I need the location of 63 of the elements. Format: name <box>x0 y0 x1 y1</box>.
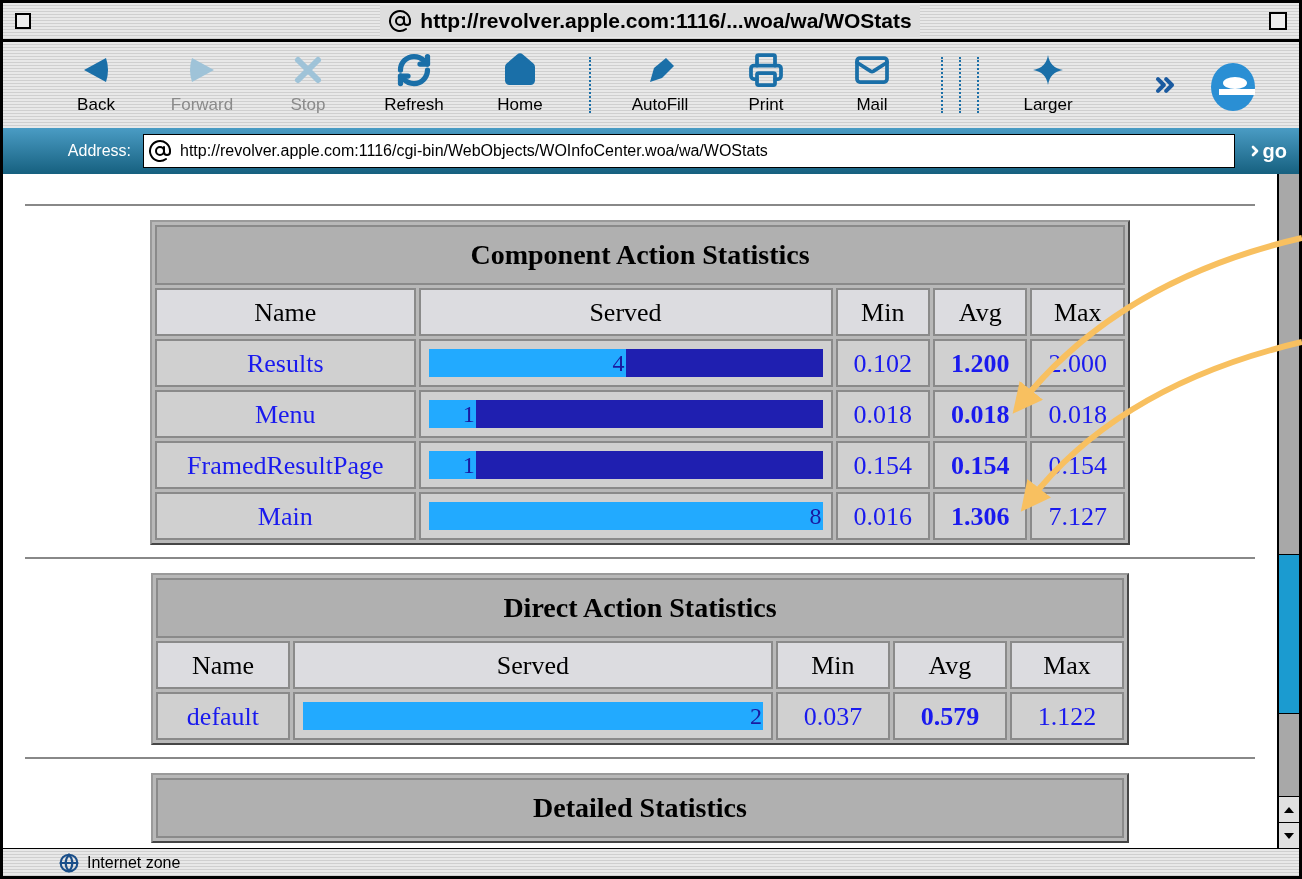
toolbar-button[interactable]: Mail <box>819 52 925 118</box>
column-header: Avg <box>933 288 1028 336</box>
column-header: Name <box>155 288 416 336</box>
go-button[interactable]: go <box>1242 136 1291 166</box>
avg-cell: 1.306 <box>933 492 1028 540</box>
max-cell: 0.018 <box>1030 390 1125 438</box>
min-cell: 0.016 <box>835 492 930 540</box>
scroll-thumb[interactable] <box>1279 554 1299 714</box>
column-header: Min <box>835 288 930 336</box>
toolbar-button[interactable]: Home <box>467 52 573 118</box>
status-text: Internet zone <box>87 852 181 873</box>
served-count: 1 <box>462 402 476 426</box>
max-cell: 1.122 <box>1009 692 1124 740</box>
toolbar-button[interactable]: Back <box>43 52 149 118</box>
globe-icon <box>59 852 79 873</box>
refresh-icon <box>396 52 432 89</box>
window-title: http://revolver.apple.com:1116/...woa/wa/WOStats <box>420 8 912 35</box>
column-header: Served <box>418 288 833 336</box>
toolbar-divider <box>959 57 961 113</box>
component-link[interactable]: Menu <box>254 399 316 429</box>
toolbar-button[interactable]: AutoFill <box>607 52 713 118</box>
toolbar-button[interactable]: Print <box>713 52 819 118</box>
component-link[interactable]: Main <box>257 501 313 531</box>
down-arrow-icon <box>1284 832 1294 839</box>
at-sign-icon <box>148 139 172 163</box>
avg-cell: 0.154 <box>933 441 1028 489</box>
served-count: 1 <box>462 453 476 477</box>
column-header: Min <box>775 641 890 689</box>
table-title: Direct Action Statistics <box>156 578 1124 638</box>
column-header: Max <box>1009 641 1124 689</box>
toolbar-button[interactable]: Larger <box>995 52 1101 118</box>
min-cell: 0.154 <box>835 441 930 489</box>
column-header: Served <box>292 641 773 689</box>
component-link[interactable]: Results <box>246 348 324 378</box>
toolbar-divider <box>977 57 979 113</box>
zoom-box[interactable] <box>1269 12 1287 30</box>
scroll-up-button[interactable] <box>1279 796 1299 822</box>
toolbar-divider <box>941 57 943 113</box>
printer-icon <box>748 52 784 89</box>
address-label: Address: <box>66 141 132 161</box>
min-cell: 0.018 <box>835 390 930 438</box>
avg-cell: 0.579 <box>892 692 1007 740</box>
served-count: 8 <box>809 504 823 528</box>
column-header: Max <box>1030 288 1125 336</box>
toolbar-divider <box>589 57 591 113</box>
close-box[interactable] <box>15 13 31 29</box>
min-cell: 0.037 <box>775 692 890 740</box>
served-count: 2 <box>749 704 763 728</box>
table-title: Detailed Statistics <box>156 778 1124 838</box>
column-header: Name <box>156 641 290 689</box>
table-title: Component Action Statistics <box>155 225 1125 285</box>
min-cell: 0.102 <box>835 339 930 387</box>
column-header: Avg <box>892 641 1007 689</box>
served-count: 4 <box>612 351 626 375</box>
max-cell: 7.127 <box>1030 492 1125 540</box>
at-sign-icon <box>388 9 413 33</box>
avg-cell: 0.018 <box>933 390 1028 438</box>
up-arrow-icon <box>1284 806 1294 813</box>
address-field[interactable]: http://revolver.apple.com:1116/cgi-bin/WebObjects/WOInfoCenter.woa/wa/WOStats <box>143 134 1235 168</box>
scroll-down-button[interactable] <box>1279 822 1299 848</box>
scrollbar[interactable] <box>1277 174 1299 848</box>
avg-cell: 1.200 <box>933 339 1028 387</box>
toolbar-button[interactable]: Refresh <box>361 52 467 118</box>
